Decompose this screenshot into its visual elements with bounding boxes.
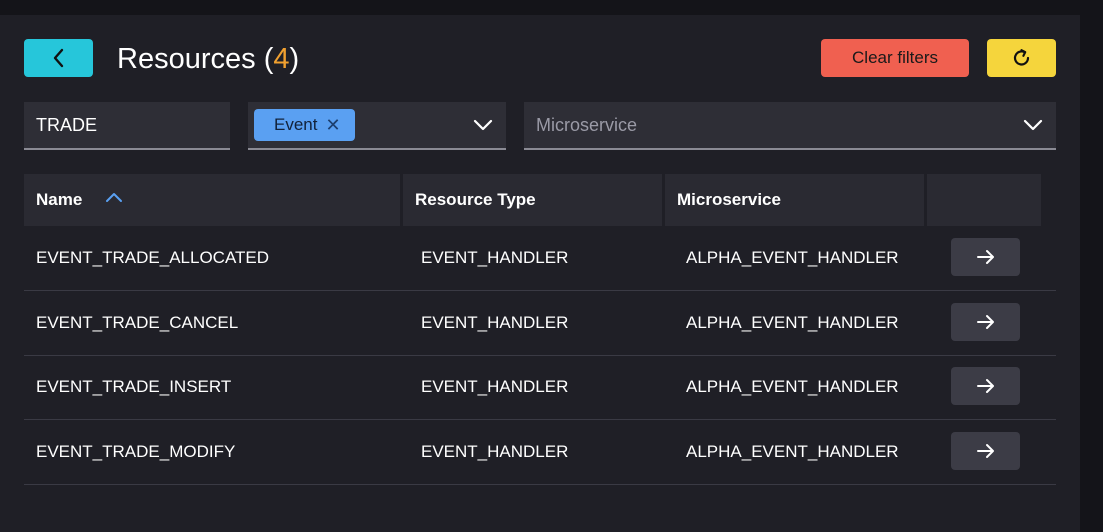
sort-ascending-icon[interactable] [104, 190, 124, 204]
page-title-text: Resources [117, 43, 256, 75]
cell-microservice: ALPHA_EVENT_HANDLER [686, 313, 899, 332]
cell-resource-type: EVENT_HANDLER [421, 313, 569, 332]
cell-name: EVENT_TRADE_INSERT [36, 377, 232, 396]
cell-name: EVENT_TRADE_ALLOCATED [36, 248, 270, 267]
cell-microservice: ALPHA_EVENT_HANDLER [686, 442, 899, 461]
resource-count: (4) [264, 43, 299, 75]
column-header-label: Microservice [677, 190, 781, 209]
cell-microservice: ALPHA_EVENT_HANDLER [686, 248, 899, 267]
chip-label: Event [274, 115, 318, 134]
microservice-placeholder: Microservice [536, 115, 638, 135]
refresh-button[interactable] [987, 39, 1056, 77]
clear-filters-button[interactable]: Clear filters [821, 39, 969, 77]
column-header-actions [927, 174, 1041, 226]
chevron-down-icon[interactable] [472, 115, 494, 135]
open-resource-button[interactable] [951, 303, 1020, 341]
arrow-right-icon [976, 250, 994, 264]
table-row: EVENT_TRADE_CANCEL EVENT_HANDLER ALPHA_E… [24, 291, 1056, 356]
cell-resource-type: EVENT_HANDLER [421, 377, 569, 396]
resource-type-select[interactable]: Event ✕ [248, 102, 506, 150]
search-input[interactable] [24, 102, 230, 148]
count-close-paren: ) [289, 43, 300, 75]
chevron-down-icon[interactable] [1022, 115, 1044, 135]
cell-resource-type: EVENT_HANDLER [421, 442, 569, 461]
arrow-right-icon [976, 444, 994, 458]
refresh-icon [1013, 49, 1029, 66]
page-title: Resources (4) [117, 40, 299, 78]
open-resource-button[interactable] [951, 432, 1020, 470]
column-header-resource-type[interactable]: Resource Type [403, 174, 662, 226]
table-row: EVENT_TRADE_ALLOCATED EVENT_HANDLER ALPH… [24, 226, 1056, 291]
open-resource-button[interactable] [951, 367, 1020, 405]
chip-remove-icon[interactable]: ✕ [325, 109, 340, 141]
arrow-right-icon [976, 379, 994, 393]
chevron-left-icon [53, 48, 63, 68]
cell-name: EVENT_TRADE_MODIFY [36, 442, 236, 461]
microservice-select[interactable]: Microservice [524, 102, 1056, 150]
column-header-name[interactable]: Name [24, 174, 400, 226]
cell-resource-type: EVENT_HANDLER [421, 248, 569, 267]
cell-name: EVENT_TRADE_CANCEL [36, 313, 239, 332]
search-field[interactable] [24, 102, 230, 150]
count-open-paren: ( [263, 43, 274, 75]
column-header-label: Resource Type [415, 190, 536, 209]
open-resource-button[interactable] [951, 238, 1020, 276]
column-header-microservice[interactable]: Microservice [665, 174, 924, 226]
count-value: 4 [273, 43, 290, 75]
back-button[interactable] [24, 39, 93, 77]
event-chip: Event ✕ [254, 109, 355, 141]
arrow-right-icon [976, 315, 994, 329]
table-row: EVENT_TRADE_INSERT EVENT_HANDLER ALPHA_E… [24, 355, 1056, 420]
cell-microservice: ALPHA_EVENT_HANDLER [686, 377, 899, 396]
column-header-label: Name [36, 190, 83, 209]
table-row: EVENT_TRADE_MODIFY EVENT_HANDLER ALPHA_E… [24, 420, 1056, 485]
